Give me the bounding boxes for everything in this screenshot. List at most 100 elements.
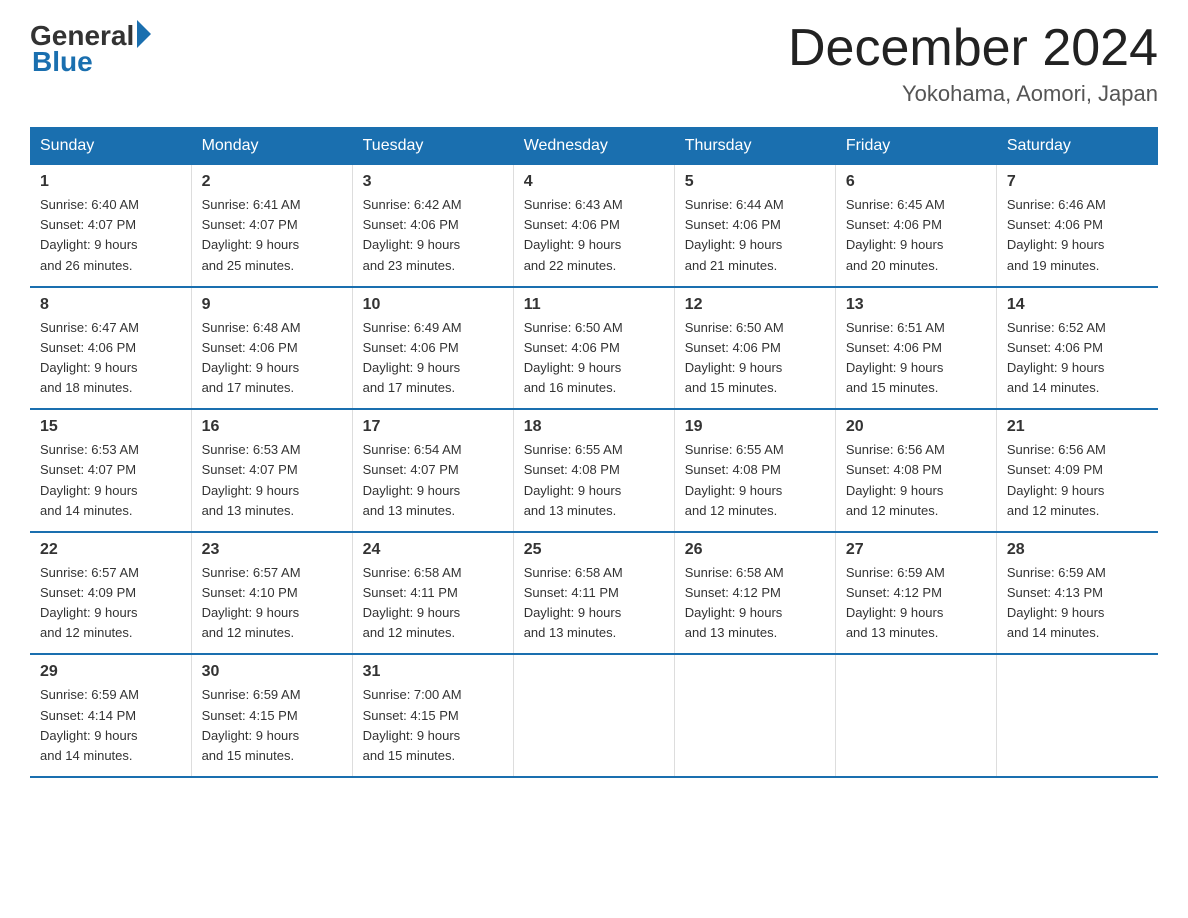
calendar-day-cell: 15 Sunrise: 6:53 AM Sunset: 4:07 PM Dayl… (30, 409, 191, 532)
calendar-week-row: 8 Sunrise: 6:47 AM Sunset: 4:06 PM Dayli… (30, 287, 1158, 410)
day-info: Sunrise: 6:54 AM Sunset: 4:07 PM Dayligh… (363, 440, 503, 521)
calendar-day-cell: 8 Sunrise: 6:47 AM Sunset: 4:06 PM Dayli… (30, 287, 191, 410)
day-info: Sunrise: 6:56 AM Sunset: 4:09 PM Dayligh… (1007, 440, 1148, 521)
calendar-day-cell: 31 Sunrise: 7:00 AM Sunset: 4:15 PM Dayl… (352, 654, 513, 777)
day-number: 14 (1007, 296, 1148, 314)
day-info: Sunrise: 6:57 AM Sunset: 4:09 PM Dayligh… (40, 563, 181, 644)
day-info: Sunrise: 6:55 AM Sunset: 4:08 PM Dayligh… (685, 440, 825, 521)
calendar-day-cell (674, 654, 835, 777)
day-number: 30 (202, 663, 342, 681)
day-number: 17 (363, 418, 503, 436)
calendar-week-row: 29 Sunrise: 6:59 AM Sunset: 4:14 PM Dayl… (30, 654, 1158, 777)
calendar-day-cell: 24 Sunrise: 6:58 AM Sunset: 4:11 PM Dayl… (352, 532, 513, 655)
calendar-day-cell: 25 Sunrise: 6:58 AM Sunset: 4:11 PM Dayl… (513, 532, 674, 655)
day-info: Sunrise: 6:55 AM Sunset: 4:08 PM Dayligh… (524, 440, 664, 521)
day-number: 13 (846, 296, 986, 314)
calendar-day-cell: 20 Sunrise: 6:56 AM Sunset: 4:08 PM Dayl… (835, 409, 996, 532)
day-info: Sunrise: 6:58 AM Sunset: 4:11 PM Dayligh… (524, 563, 664, 644)
day-number: 27 (846, 541, 986, 559)
day-info: Sunrise: 6:50 AM Sunset: 4:06 PM Dayligh… (685, 318, 825, 399)
calendar-day-cell: 2 Sunrise: 6:41 AM Sunset: 4:07 PM Dayli… (191, 165, 352, 287)
calendar-header-row: Sunday Monday Tuesday Wednesday Thursday… (30, 127, 1158, 165)
calendar-day-cell (513, 654, 674, 777)
calendar-day-cell: 18 Sunrise: 6:55 AM Sunset: 4:08 PM Dayl… (513, 409, 674, 532)
header-saturday: Saturday (996, 127, 1157, 165)
calendar-day-cell: 6 Sunrise: 6:45 AM Sunset: 4:06 PM Dayli… (835, 165, 996, 287)
day-info: Sunrise: 6:48 AM Sunset: 4:06 PM Dayligh… (202, 318, 342, 399)
calendar-day-cell: 17 Sunrise: 6:54 AM Sunset: 4:07 PM Dayl… (352, 409, 513, 532)
calendar-day-cell: 5 Sunrise: 6:44 AM Sunset: 4:06 PM Dayli… (674, 165, 835, 287)
day-number: 1 (40, 173, 181, 191)
calendar-day-cell: 1 Sunrise: 6:40 AM Sunset: 4:07 PM Dayli… (30, 165, 191, 287)
day-info: Sunrise: 6:50 AM Sunset: 4:06 PM Dayligh… (524, 318, 664, 399)
page-header: General Blue December 2024 Yokohama, Aom… (30, 20, 1158, 107)
calendar-day-cell: 30 Sunrise: 6:59 AM Sunset: 4:15 PM Dayl… (191, 654, 352, 777)
day-info: Sunrise: 6:56 AM Sunset: 4:08 PM Dayligh… (846, 440, 986, 521)
day-info: Sunrise: 6:47 AM Sunset: 4:06 PM Dayligh… (40, 318, 181, 399)
day-info: Sunrise: 6:45 AM Sunset: 4:06 PM Dayligh… (846, 195, 986, 276)
calendar-table: Sunday Monday Tuesday Wednesday Thursday… (30, 127, 1158, 778)
day-number: 5 (685, 173, 825, 191)
day-info: Sunrise: 6:53 AM Sunset: 4:07 PM Dayligh… (40, 440, 181, 521)
calendar-day-cell: 9 Sunrise: 6:48 AM Sunset: 4:06 PM Dayli… (191, 287, 352, 410)
calendar-day-cell: 29 Sunrise: 6:59 AM Sunset: 4:14 PM Dayl… (30, 654, 191, 777)
calendar-day-cell: 11 Sunrise: 6:50 AM Sunset: 4:06 PM Dayl… (513, 287, 674, 410)
calendar-day-cell: 21 Sunrise: 6:56 AM Sunset: 4:09 PM Dayl… (996, 409, 1157, 532)
calendar-day-cell: 14 Sunrise: 6:52 AM Sunset: 4:06 PM Dayl… (996, 287, 1157, 410)
day-number: 11 (524, 296, 664, 314)
day-number: 31 (363, 663, 503, 681)
day-number: 2 (202, 173, 342, 191)
calendar-day-cell: 10 Sunrise: 6:49 AM Sunset: 4:06 PM Dayl… (352, 287, 513, 410)
logo: General Blue (30, 20, 151, 78)
day-info: Sunrise: 6:59 AM Sunset: 4:12 PM Dayligh… (846, 563, 986, 644)
month-title: December 2024 (788, 20, 1158, 77)
calendar-week-row: 1 Sunrise: 6:40 AM Sunset: 4:07 PM Dayli… (30, 165, 1158, 287)
day-number: 16 (202, 418, 342, 436)
calendar-day-cell (996, 654, 1157, 777)
calendar-day-cell: 23 Sunrise: 6:57 AM Sunset: 4:10 PM Dayl… (191, 532, 352, 655)
day-info: Sunrise: 6:53 AM Sunset: 4:07 PM Dayligh… (202, 440, 342, 521)
calendar-day-cell: 28 Sunrise: 6:59 AM Sunset: 4:13 PM Dayl… (996, 532, 1157, 655)
day-number: 28 (1007, 541, 1148, 559)
header-friday: Friday (835, 127, 996, 165)
logo-arrow-icon (137, 20, 151, 48)
header-wednesday: Wednesday (513, 127, 674, 165)
calendar-day-cell: 19 Sunrise: 6:55 AM Sunset: 4:08 PM Dayl… (674, 409, 835, 532)
header-sunday: Sunday (30, 127, 191, 165)
header-tuesday: Tuesday (352, 127, 513, 165)
title-block: December 2024 Yokohama, Aomori, Japan (788, 20, 1158, 107)
day-info: Sunrise: 7:00 AM Sunset: 4:15 PM Dayligh… (363, 685, 503, 766)
location: Yokohama, Aomori, Japan (788, 81, 1158, 107)
day-number: 22 (40, 541, 181, 559)
day-number: 19 (685, 418, 825, 436)
day-number: 18 (524, 418, 664, 436)
day-number: 21 (1007, 418, 1148, 436)
calendar-week-row: 15 Sunrise: 6:53 AM Sunset: 4:07 PM Dayl… (30, 409, 1158, 532)
day-info: Sunrise: 6:58 AM Sunset: 4:11 PM Dayligh… (363, 563, 503, 644)
calendar-day-cell: 13 Sunrise: 6:51 AM Sunset: 4:06 PM Dayl… (835, 287, 996, 410)
day-info: Sunrise: 6:59 AM Sunset: 4:14 PM Dayligh… (40, 685, 181, 766)
day-info: Sunrise: 6:49 AM Sunset: 4:06 PM Dayligh… (363, 318, 503, 399)
day-number: 10 (363, 296, 503, 314)
logo-blue-text: Blue (32, 46, 93, 78)
calendar-day-cell (835, 654, 996, 777)
day-number: 6 (846, 173, 986, 191)
header-monday: Monday (191, 127, 352, 165)
day-number: 26 (685, 541, 825, 559)
calendar-day-cell: 27 Sunrise: 6:59 AM Sunset: 4:12 PM Dayl… (835, 532, 996, 655)
calendar-day-cell: 22 Sunrise: 6:57 AM Sunset: 4:09 PM Dayl… (30, 532, 191, 655)
day-number: 7 (1007, 173, 1148, 191)
day-info: Sunrise: 6:43 AM Sunset: 4:06 PM Dayligh… (524, 195, 664, 276)
day-info: Sunrise: 6:59 AM Sunset: 4:13 PM Dayligh… (1007, 563, 1148, 644)
day-info: Sunrise: 6:51 AM Sunset: 4:06 PM Dayligh… (846, 318, 986, 399)
day-number: 23 (202, 541, 342, 559)
day-number: 3 (363, 173, 503, 191)
day-number: 9 (202, 296, 342, 314)
day-info: Sunrise: 6:44 AM Sunset: 4:06 PM Dayligh… (685, 195, 825, 276)
day-info: Sunrise: 6:58 AM Sunset: 4:12 PM Dayligh… (685, 563, 825, 644)
day-number: 4 (524, 173, 664, 191)
calendar-day-cell: 4 Sunrise: 6:43 AM Sunset: 4:06 PM Dayli… (513, 165, 674, 287)
header-thursday: Thursday (674, 127, 835, 165)
calendar-day-cell: 26 Sunrise: 6:58 AM Sunset: 4:12 PM Dayl… (674, 532, 835, 655)
day-number: 24 (363, 541, 503, 559)
